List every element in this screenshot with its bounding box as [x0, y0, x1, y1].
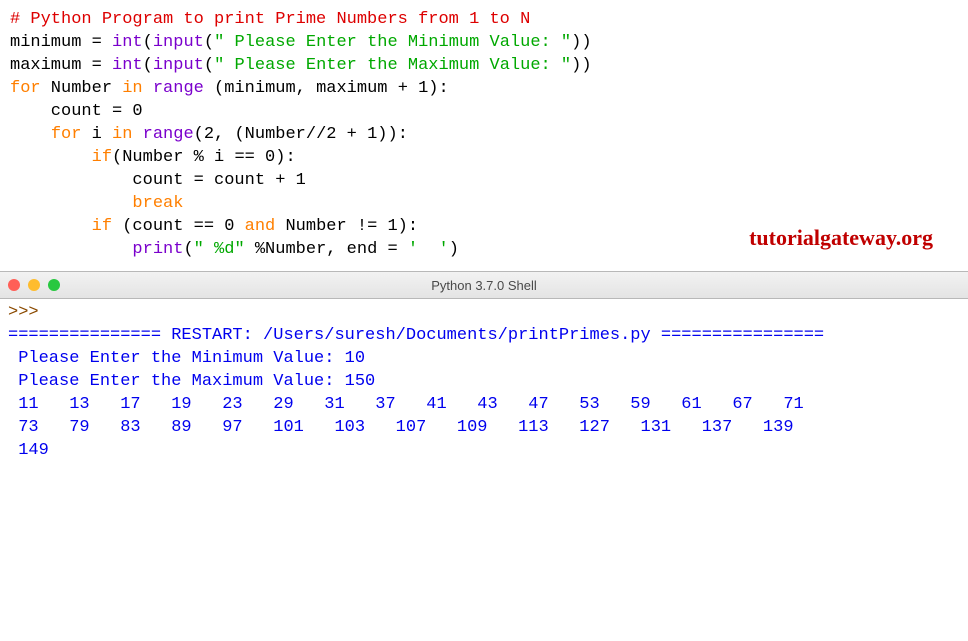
- shell-window-title: Python 3.7.0 Shell: [0, 278, 968, 293]
- close-icon[interactable]: [8, 279, 20, 291]
- code-line: count = 0: [10, 100, 958, 123]
- code-editor-pane: # Python Program to print Prime Numbers …: [0, 0, 968, 271]
- shell-prompt[interactable]: >>>: [8, 301, 960, 324]
- code-line: count = count + 1: [10, 169, 958, 192]
- code-line: maximum = int(input(" Please Enter the M…: [10, 54, 958, 77]
- code-line: # Python Program to print Prime Numbers …: [10, 8, 958, 31]
- shell-output-line: 149: [8, 439, 960, 462]
- shell-output-line: 73 79 83 89 97 101 103 107 109 113 127 1…: [8, 416, 960, 439]
- shell-output-line: 11 13 17 19 23 29 31 37 41 43 47 53 59 6…: [8, 393, 960, 416]
- maximize-icon[interactable]: [48, 279, 60, 291]
- minimize-icon[interactable]: [28, 279, 40, 291]
- shell-restart-line: =============== RESTART: /Users/suresh/D…: [8, 324, 960, 347]
- shell-input-line: Please Enter the Maximum Value: 150: [8, 370, 960, 393]
- code-line: minimum = int(input(" Please Enter the M…: [10, 31, 958, 54]
- code-line: for Number in range (minimum, maximum + …: [10, 77, 958, 100]
- code-line: break: [10, 192, 958, 215]
- code-line: for i in range(2, (Number//2 + 1)):: [10, 123, 958, 146]
- watermark-text: tutorialgateway.org: [749, 225, 933, 251]
- code-line: if(Number % i == 0):: [10, 146, 958, 169]
- comment-text: # Python Program to print Prime Numbers …: [10, 10, 530, 29]
- shell-input-line: Please Enter the Minimum Value: 10: [8, 347, 960, 370]
- shell-titlebar[interactable]: Python 3.7.0 Shell: [0, 271, 968, 299]
- window-buttons: [8, 279, 60, 291]
- shell-output-pane: >>> =============== RESTART: /Users/sure…: [0, 299, 968, 470]
